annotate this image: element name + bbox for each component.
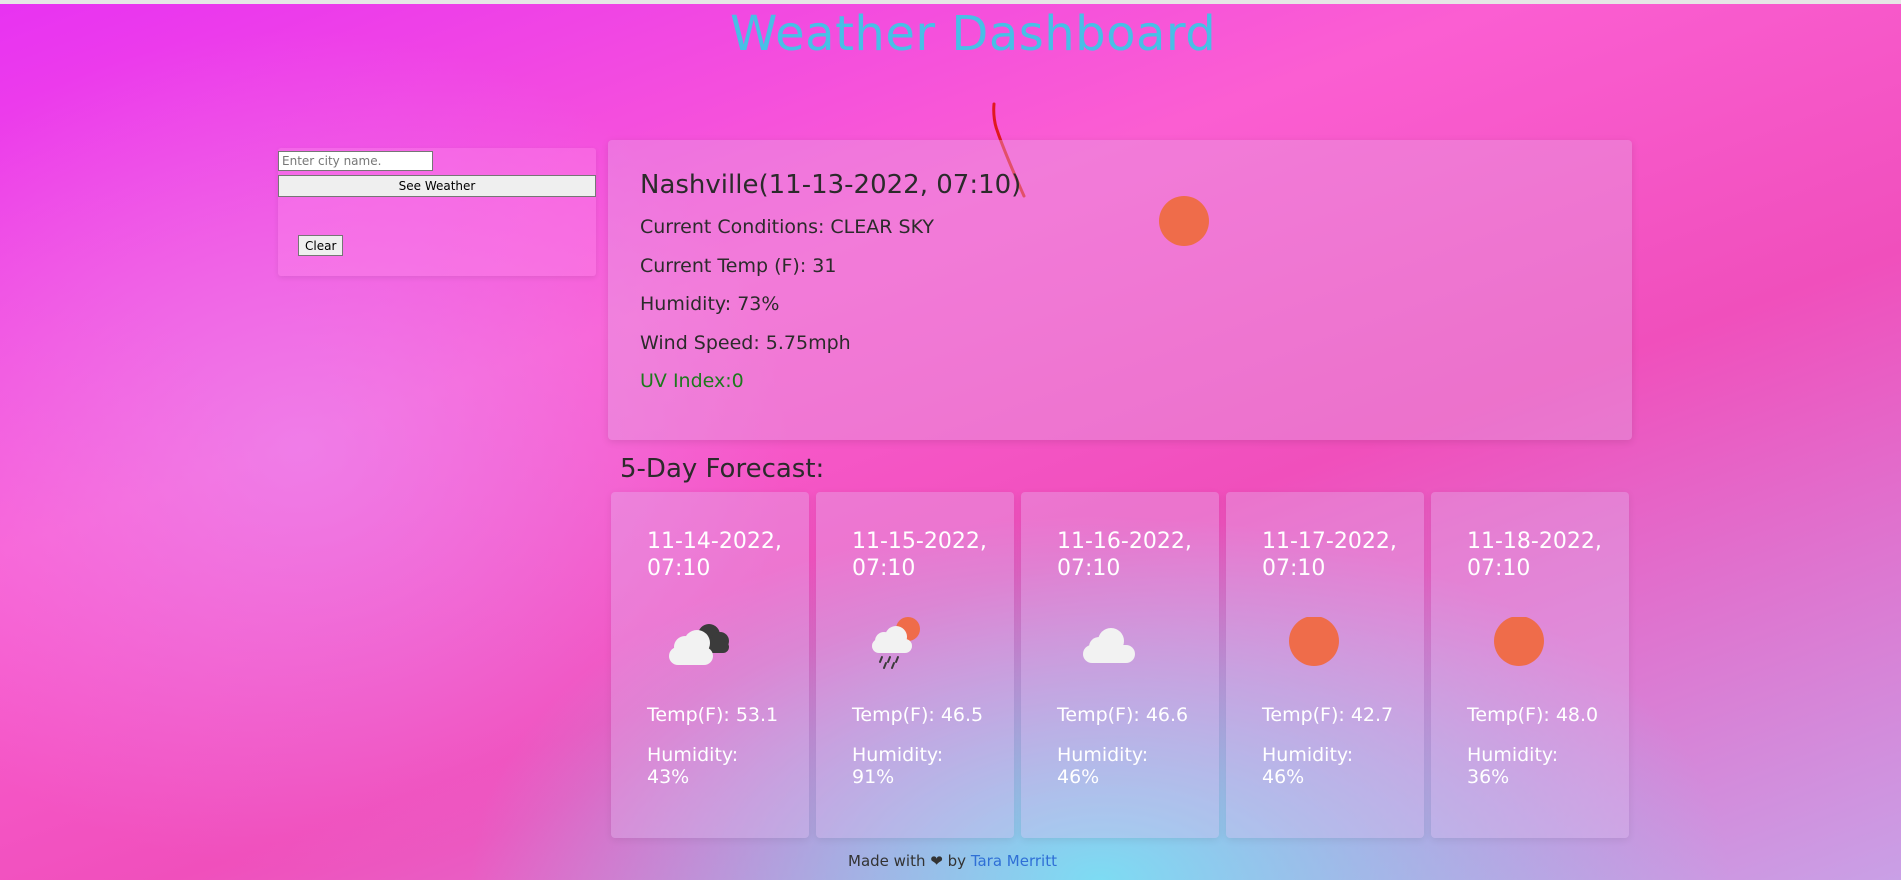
forecast-date: 11-15-2022, 07:10 [852, 529, 987, 581]
current-conditions: Current Conditions: CLEAR SKY [640, 216, 934, 238]
footer-by: by [947, 852, 967, 870]
forecast-humidity: Humidity: 46% [1262, 744, 1354, 788]
city-search-input[interactable] [278, 151, 433, 171]
see-weather-button[interactable]: See Weather [278, 175, 596, 197]
page-title: Weather Dashboard [730, 6, 1217, 62]
forecast-card: 11-17-2022, 07:10 Temp(F): 42.7 Humidity… [1226, 492, 1424, 838]
forecast-temp: Temp(F): 46.5 [852, 704, 984, 726]
current-temp: Current Temp (F): 31 [640, 255, 837, 277]
footer-prefix: Made with [848, 852, 926, 870]
forecast-temp: Temp(F): 53.1 [647, 704, 779, 726]
author-link[interactable]: Tara Merritt [971, 852, 1057, 870]
current-weather-card: Nashville(11-13-2022, 07:10) Current Con… [608, 140, 1632, 440]
sun-icon [1494, 617, 1544, 666]
forecast-date: 11-16-2022, 07:10 [1057, 529, 1192, 581]
footer-credit: Made with ❤ by Tara Merritt [848, 852, 1057, 870]
current-humidity: Humidity: 73% [640, 293, 780, 315]
forecast-date: 11-14-2022, 07:10 [647, 529, 782, 581]
forecast-card: 11-14-2022, 07:10 Temp(F): 53.1 Humidity… [611, 492, 809, 838]
heart-icon: ❤ [930, 852, 943, 870]
forecast-humidity: Humidity: 36% [1467, 744, 1559, 788]
forecast-card: 11-15-2022, 07:10 Temp(F): 46.5 Humidity… [816, 492, 1014, 838]
current-wind: Wind Speed: 5.75mph [640, 332, 851, 354]
forecast-temp: Temp(F): 46.6 [1057, 704, 1189, 726]
clear-button[interactable]: Clear [298, 235, 344, 256]
cloud-icon [1083, 628, 1135, 663]
forecast-card: 11-18-2022, 07:10 Temp(F): 48.0 Humidity… [1431, 492, 1629, 838]
forecast-humidity: Humidity: 91% [852, 744, 944, 788]
rain-sun-cloud-icon [872, 617, 920, 669]
clear-sky-sun-icon [1159, 196, 1209, 246]
forecast-temp: Temp(F): 48.0 [1467, 704, 1599, 726]
forecast-humidity: Humidity: 43% [647, 744, 739, 788]
dark-clouds-icon [669, 624, 729, 665]
forecast-heading: 5-Day Forecast: [620, 454, 825, 484]
sun-icon [1289, 617, 1339, 666]
search-panel: See Weather Clear [278, 148, 596, 276]
forecast-card: 11-16-2022, 07:10 Temp(F): 46.6 Humidity… [1021, 492, 1219, 838]
forecast-date: 11-17-2022, 07:10 [1262, 529, 1397, 581]
forecast-date: 11-18-2022, 07:10 [1467, 529, 1602, 581]
browser-top-border [0, 0, 1901, 4]
current-city-heading: Nashville(11-13-2022, 07:10) [640, 170, 1022, 200]
current-uv-index: UV Index:0 [640, 370, 744, 392]
forecast-humidity: Humidity: 46% [1057, 744, 1149, 788]
forecast-temp: Temp(F): 42.7 [1262, 704, 1394, 726]
